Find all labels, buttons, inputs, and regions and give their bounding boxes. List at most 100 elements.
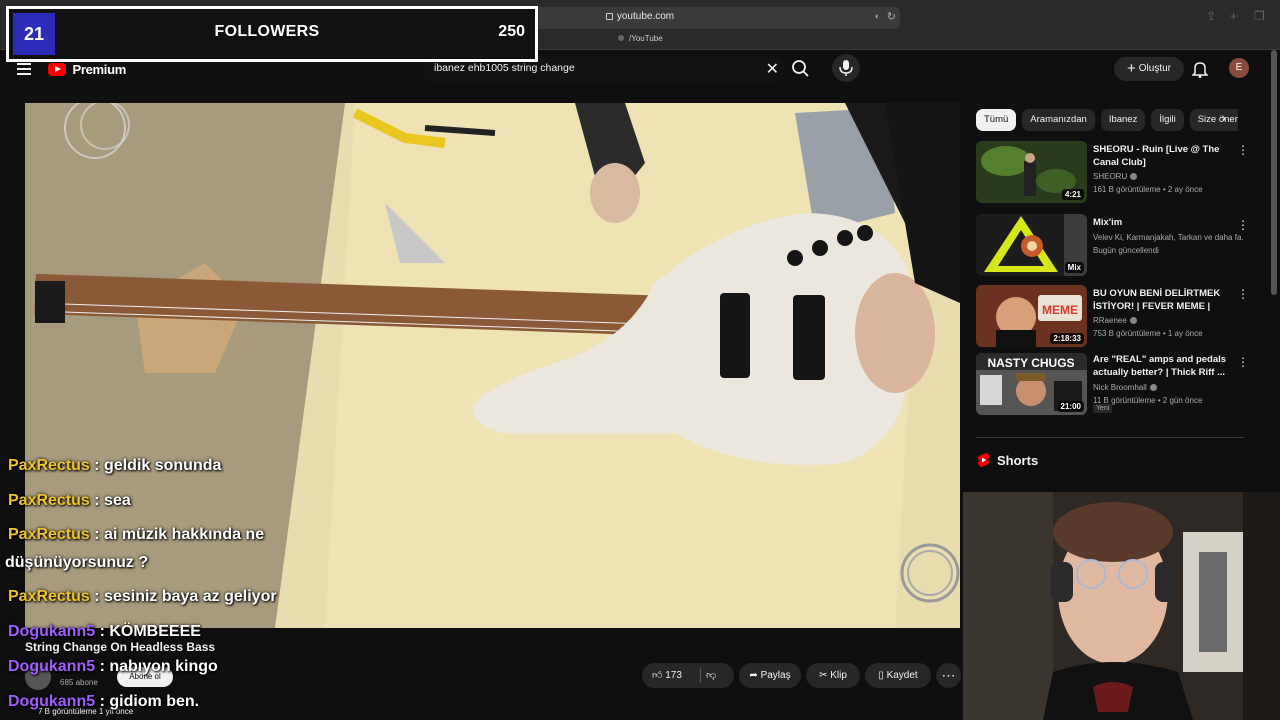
chip-related[interactable]: İlgili [1151,109,1184,131]
logo-text: Premium [72,62,126,78]
followers-goal: 250 [498,23,525,40]
more-actions-button[interactable]: ⋯ [936,663,961,688]
more-vert-icon[interactable]: ⋮ [1237,143,1249,157]
dislike-button[interactable]: 👎︎ [706,663,716,688]
recommendation-title[interactable]: Mix'im [1093,216,1229,229]
create-button[interactable]: + Oluştur [1114,57,1184,81]
like-button[interactable]: 👍︎ 173 [652,663,682,688]
chat-text: düşünüyorsunuz ? [5,554,149,571]
chat-message: Dogukann5 : nabıyon kingo [8,658,218,675]
recommendation-item[interactable]: NASTY CHUGS 21:00 Are "REAL" amps and pe… [976,353,1244,417]
more-vert-icon[interactable]: ⋮ [1237,218,1249,232]
youtube-logo[interactable]: Premium [48,61,126,77]
chat-text: geldik sonunda [104,457,222,474]
video-duration: 21:00 [1057,401,1084,412]
followers-count: 21 [13,13,55,55]
share-icon[interactable]: ⇪ [1206,9,1216,23]
search-value: ibanez ehb1005 string change [434,62,575,74]
recommendation-title[interactable]: BU OYUN BENİ DELİRTMEK İSTİYOR! | FEVER … [1093,287,1229,313]
voice-search-button[interactable] [832,54,860,82]
webcam-overlay [963,492,1280,720]
divider [976,437,1244,438]
verified-icon [1129,317,1137,324]
video-duration: 2:18:33 [1050,333,1084,344]
account-avatar[interactable]: E [1229,58,1249,78]
followers-title: FOLLOWERS [214,23,320,40]
video-thumbnail[interactable]: MEME 2:18:33 [976,285,1087,347]
channel-name: Nick Broomhall [1093,383,1147,392]
url-text: youtube.com [616,11,675,22]
chip-from-search[interactable]: Aramanızdan [1022,109,1095,131]
bell-icon [1191,62,1209,78]
create-label: Oluştur [1138,63,1171,74]
recommendation-item[interactable]: Mix Mix'im Velev Ki, Karmanjakah, Tarkan… [976,214,1244,278]
video-frame-image [25,103,960,628]
like-count: 173 [665,670,682,681]
video-thumbnail[interactable]: 4:21 [976,141,1087,203]
like-dislike-group: 👍︎ 173 👎︎ [642,663,734,688]
thumbnail-text: MEME [1042,303,1078,317]
more-vert-icon[interactable]: ⋮ [1237,355,1249,369]
chevron-right-icon[interactable]: › [1222,111,1226,125]
thumbs-down-icon: 👎︎ [706,670,717,681]
recommendation-title[interactable]: SHEORU - Ruin [Live @ The Canal Club] [1093,143,1229,169]
shorts-heading: Shorts [997,453,1039,468]
recommendation-item[interactable]: MEME 2:18:33 BU OYUN BENİ DELİRTMEK İSTİ… [976,285,1244,349]
menu-icon[interactable] [17,63,31,75]
shorts-icon [978,453,990,467]
like-divider [700,668,701,683]
chat-username: Dogukann5 [8,693,96,710]
recommendation-channel[interactable]: Nick Broomhall [1093,383,1243,392]
search-button[interactable] [787,56,815,82]
webcam-image [963,492,1280,720]
chat-message: PaxRectus : sea [8,492,131,509]
page-scrollbar[interactable] [1271,50,1277,295]
chip-all[interactable]: Tümü [976,109,1017,131]
recommendation-channel[interactable]: SHEORU [1093,172,1243,181]
lock-icon [605,13,613,20]
chip-recommended[interactable]: Size önerilenler [1189,109,1238,131]
plus-icon: + [1127,60,1136,77]
chat-text: gidiom ben. [109,693,200,710]
chat-username: Dogukann5 [8,658,96,675]
recommendation-channel[interactable]: RRaenee [1093,316,1243,325]
recommendation-item[interactable]: 4:21 SHEORU - Ruin [Live @ The Canal Clu… [976,141,1244,205]
chat-message: PaxRectus : ai müzik hakkında ne [8,526,265,543]
microphone-icon [839,60,853,76]
video-thumbnail[interactable]: NASTY CHUGS 21:00 [976,353,1087,415]
chat-username: Dogukann5 [8,623,96,640]
chat-message: PaxRectus : geldik sonunda [8,457,222,474]
verified-icon [1130,173,1138,180]
video-thumbnail[interactable]: Mix [976,214,1087,276]
recommendation-meta: 161 B görüntüleme • 2 ay önce [1093,185,1203,194]
followers-goal-overlay: 21 FOLLOWERS 250 [6,6,538,62]
notifications-button[interactable] [1191,60,1209,78]
tab-label: /YouTube [629,34,663,43]
chat-message-continued: düşünüyorsunuz ? [5,554,148,572]
more-vert-icon[interactable]: ⋮ [1237,287,1249,301]
channel-subscribers: 685 abone [60,678,98,687]
mix-label: Mix [1064,262,1084,273]
reader-icon[interactable]: ◐ [875,11,880,21]
video-duration: 4:21 [1061,189,1084,200]
clip-button[interactable]: ✂ Klip [806,663,860,688]
chip-ibanez[interactable]: Ibanez [1100,109,1146,131]
recommendation-title[interactable]: Are "REAL" amps and pedals actually bett… [1093,353,1229,379]
share-button[interactable]: ➦ Paylaş [739,663,801,688]
video-title: String Change On Headless Bass [25,640,216,654]
clip-label: Klip [830,670,847,681]
tab-overview-icon[interactable]: ❐ [1254,9,1265,23]
chat-username: PaxRectus [8,492,90,509]
tab-youtube[interactable]: /YouTube [618,34,663,43]
new-tab-icon[interactable]: + [1230,9,1237,23]
reload-icon[interactable]: ↻ [887,10,896,23]
video-player[interactable] [25,103,960,628]
chat-text: sea [104,492,131,509]
chat-username: PaxRectus [8,457,90,474]
clear-search-icon[interactable]: ✕ [766,59,779,79]
chat-username: PaxRectus [8,588,90,605]
verified-icon [1149,384,1157,391]
recommendation-channel[interactable]: Velev Ki, Karmanjakah, Tarkan ve daha fa… [1093,233,1243,242]
save-button[interactable]: ▯ Kaydet [865,663,931,688]
share-arrow-icon: ➦ [749,670,758,681]
